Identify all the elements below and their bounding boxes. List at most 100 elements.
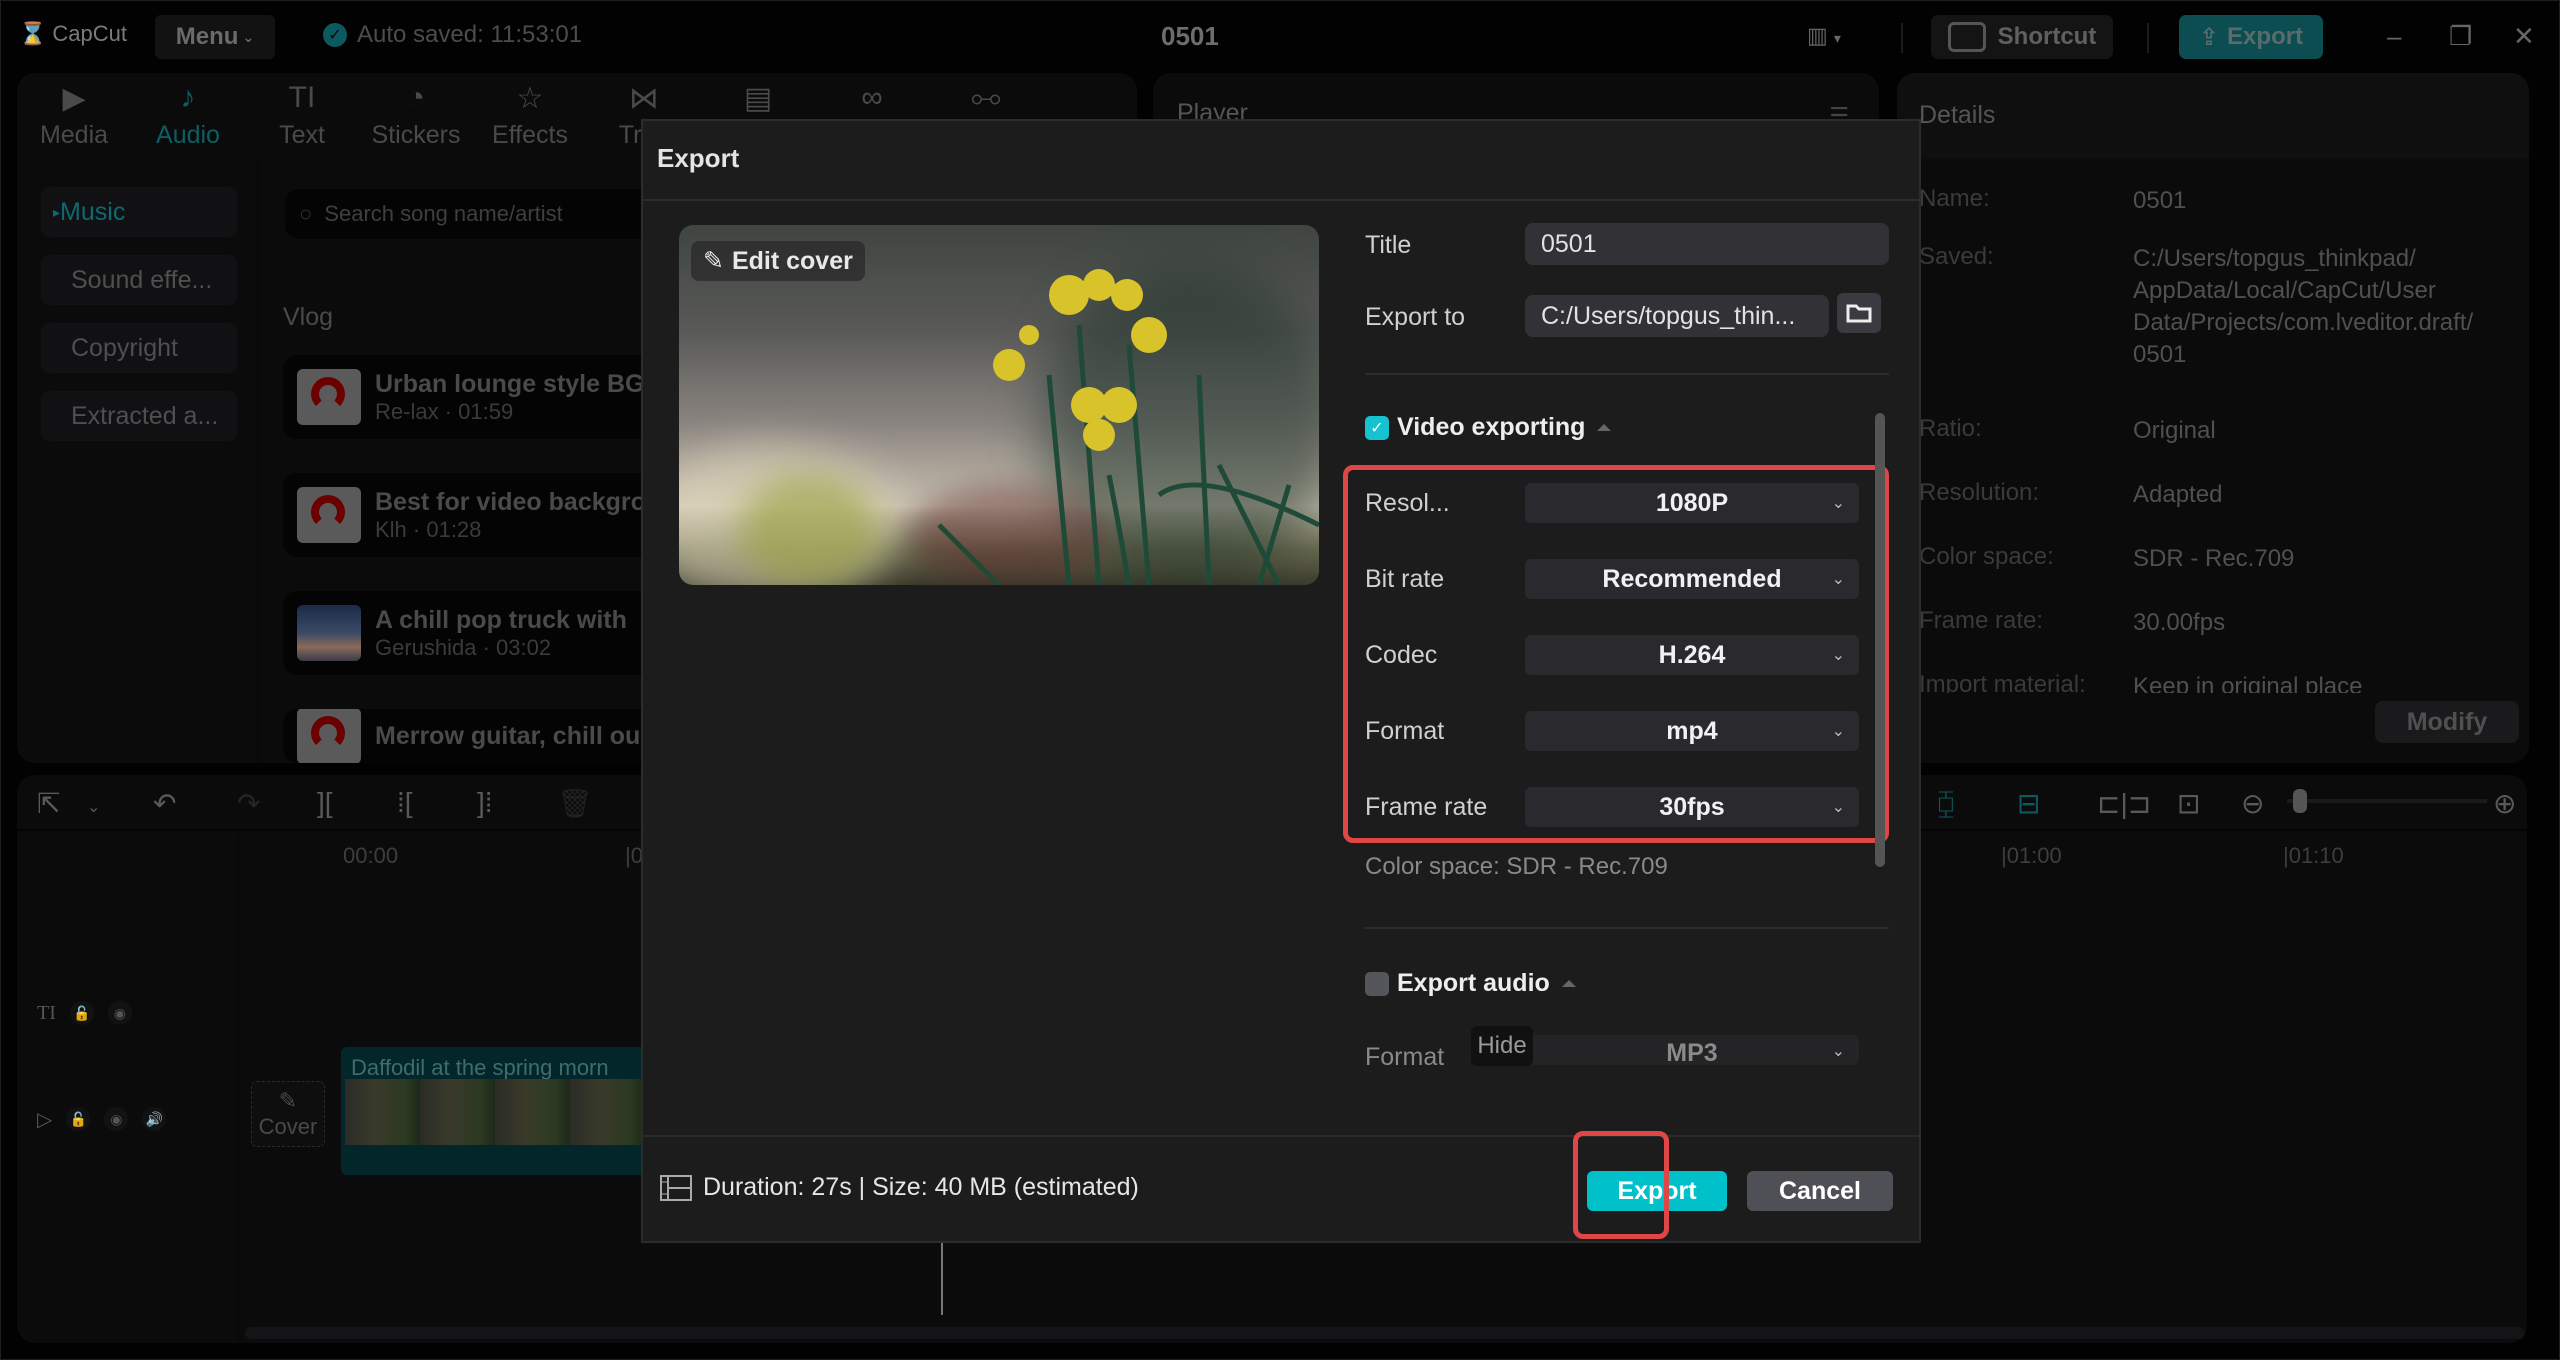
- eye-icon[interactable]: ◉: [104, 1107, 129, 1131]
- video-export-checkbox[interactable]: ✓: [1365, 415, 1389, 440]
- cover-button[interactable]: ✎ Cover: [251, 1081, 325, 1147]
- song-title: Urban lounge style BG: [375, 369, 645, 398]
- link-icon[interactable]: ⊟: [2017, 787, 2040, 820]
- tab-label: Stickers: [371, 121, 461, 149]
- adjust-icon: ⧟: [971, 81, 1001, 114]
- details-value: Adapted: [2133, 481, 2223, 508]
- shortcut-button[interactable]: Shortcut: [1931, 15, 2113, 59]
- sidebar-item[interactable]: Copyright: [41, 323, 237, 373]
- lock-icon[interactable]: 🔓: [66, 1107, 91, 1131]
- modify-button[interactable]: Modify: [2375, 701, 2519, 743]
- collapse-caret-icon[interactable]: [1561, 980, 1576, 987]
- menu-button[interactable]: Menu ⌄: [155, 15, 275, 59]
- song-title: Best for video backgro: [375, 487, 646, 516]
- video-clip[interactable]: Daffodil at the spring morn: [341, 1047, 661, 1175]
- sticker-icon: ◔: [406, 81, 426, 114]
- audio-export-checkbox[interactable]: [1365, 971, 1389, 996]
- video-exporting-label: Video exporting: [1397, 413, 1586, 441]
- clip-thumbnails: [345, 1079, 661, 1145]
- top-export-label: Export: [2227, 23, 2304, 50]
- split-icon[interactable]: ][: [317, 787, 333, 819]
- tab-media[interactable]: ▶ Media: [17, 73, 131, 159]
- caret-right-icon: ▸: [53, 203, 61, 220]
- minimize-icon[interactable]: –: [2387, 21, 2401, 52]
- export-audio-label: Export audio: [1397, 969, 1550, 997]
- zoom-in-icon[interactable]: ⊕: [2493, 787, 2516, 820]
- tab-text[interactable]: TI Text: [245, 73, 359, 159]
- details-key: Resolution:: [1919, 479, 2040, 506]
- details-value: C:/Users/topgus_thinkpad/ AppData/Local/…: [2133, 245, 2474, 368]
- top-export-button[interactable]: ⇪ Export: [2179, 15, 2323, 59]
- sidebar-item[interactable]: Sound effe...: [41, 255, 237, 305]
- details-value: 0501: [2133, 187, 2187, 214]
- zoom-slider[interactable]: [2287, 799, 2487, 803]
- zoom-out-icon[interactable]: ⊖: [2241, 787, 2264, 820]
- capcut-logo-icon: ⌛: [19, 21, 47, 46]
- close-icon[interactable]: ✕: [2513, 21, 2535, 52]
- restore-icon[interactable]: ❐: [2449, 21, 2472, 52]
- export-audio-section[interactable]: Export audio: [1365, 969, 1576, 998]
- cancel-button[interactable]: Cancel: [1747, 1171, 1893, 1211]
- undo-icon[interactable]: ↶: [153, 787, 176, 820]
- song-title: A chill pop truck with: [375, 605, 627, 634]
- details-row: Color space: SDR - Rec.709: [1919, 543, 2523, 575]
- timeline-scrollbar[interactable]: [245, 1327, 2525, 1339]
- text-track-controls: TI 🔓 ◉: [37, 993, 187, 1033]
- sidebar-item[interactable]: ▸ Music: [41, 187, 237, 237]
- sidebar-item[interactable]: Extracted a...: [41, 391, 237, 441]
- video-exporting-section[interactable]: ✓ Video exporting: [1365, 413, 1612, 442]
- logo-text: CapCut: [52, 21, 127, 46]
- highlight-box-settings: [1343, 465, 1889, 843]
- sidebar-item-label: Copyright: [71, 333, 178, 362]
- text-track-icon: TI: [37, 1001, 56, 1024]
- redo-icon[interactable]: ↷: [237, 787, 260, 820]
- project-title: 0501: [1161, 21, 1219, 51]
- duration-size-text: Duration: 27s | Size: 40 MB (estimated): [703, 1173, 1139, 1201]
- eye-icon[interactable]: ◉: [107, 1001, 132, 1025]
- export-path-input[interactable]: C:/Users/topgus_thin...: [1525, 295, 1829, 337]
- song-item[interactable]: Merrow guitar, chill ou: [283, 709, 663, 763]
- details-panel: Details Name: 0501 Saved: C:/Users/topgus_t…: [1897, 73, 2529, 763]
- trim-right-icon[interactable]: ]⁞: [477, 787, 493, 819]
- layout-icon[interactable]: ▥ ▾: [1807, 23, 1841, 49]
- details-key: Import material:: [1919, 671, 2086, 693]
- chevron-down-icon[interactable]: ⌄: [87, 797, 100, 817]
- settings-scrollbar[interactable]: [1875, 413, 1885, 867]
- details-value: Keep in original place: [2133, 673, 2363, 693]
- lock-icon[interactable]: 🔓: [69, 1001, 94, 1025]
- chevron-down-icon: ⌄: [1831, 1043, 1845, 1060]
- delete-icon[interactable]: 🗑: [557, 787, 593, 820]
- tab-audio[interactable]: ♪ Audio: [131, 73, 245, 159]
- title-input[interactable]: 0501: [1525, 223, 1889, 265]
- chevron-down-icon: ⌄: [242, 28, 255, 45]
- select-cursor-icon[interactable]: ⇱: [37, 787, 60, 820]
- collapse-caret-icon[interactable]: [1597, 424, 1612, 431]
- search-icon: ○: [299, 201, 313, 226]
- divider: [643, 1135, 1919, 1137]
- song-thumbnail: [297, 709, 361, 763]
- tab-effects[interactable]: ☆ Effects: [473, 73, 587, 159]
- magnet-icon[interactable]: ⧮: [1937, 787, 1955, 820]
- align-split-icon[interactable]: ⊏|⊐: [2097, 787, 2151, 820]
- trim-left-icon[interactable]: ⁞[: [397, 787, 413, 819]
- tab-stickers[interactable]: ◔ Stickers: [359, 73, 473, 159]
- pencil-icon: ✎: [703, 247, 724, 275]
- song-title: Merrow guitar, chill ou: [375, 721, 641, 750]
- media-icon: ▶: [62, 82, 86, 115]
- cover-preview[interactable]: ✎ Edit cover: [679, 225, 1319, 585]
- export-summary: Duration: 27s | Size: 40 MB (estimated): [659, 1173, 1139, 1202]
- zoom-slider-handle[interactable]: [2293, 789, 2307, 813]
- playhead[interactable]: [941, 1243, 943, 1315]
- volume-icon[interactable]: 🔊: [142, 1107, 167, 1131]
- browse-folder-button[interactable]: [1837, 293, 1881, 333]
- divider: [237, 835, 239, 1343]
- song-item[interactable]: A chill pop truck with Gerushida · 03:02: [283, 591, 663, 675]
- song-item[interactable]: Best for video backgro Klh · 01:28: [283, 473, 663, 557]
- audio-format-select[interactable]: MP3 ⌄: [1525, 1035, 1859, 1065]
- captions-icon: ▤: [743, 82, 773, 115]
- zoom-fit-icon[interactable]: ⊡: [2177, 787, 2200, 820]
- edit-cover-button[interactable]: ✎ Edit cover: [691, 241, 865, 281]
- song-item[interactable]: Urban lounge style BG Re-lax · 01:59: [283, 355, 663, 439]
- dialog-title: Export: [657, 143, 740, 173]
- filters-icon: ∞: [861, 81, 883, 114]
